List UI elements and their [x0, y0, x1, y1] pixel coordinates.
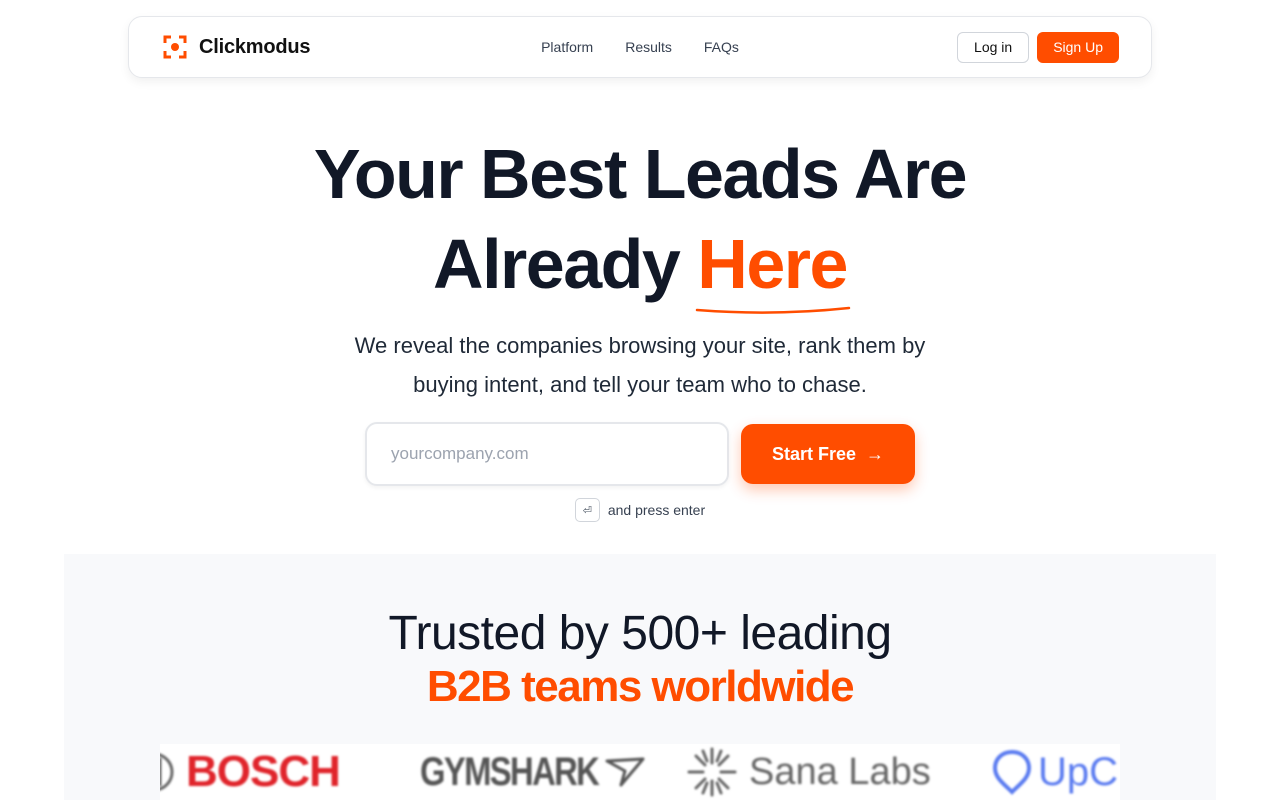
enter-hint: ⏎ and press enter	[0, 498, 1280, 522]
start-free-label: Start Free	[771, 443, 857, 464]
login-button[interactable]: Log in	[957, 31, 1030, 63]
brand-logo-icon	[163, 35, 187, 59]
trusted-heading-line1: Trusted by 500+ leading	[388, 607, 892, 660]
logo-bosch-text: BOSCH	[186, 747, 341, 796]
brand-name: Clickmodus	[199, 35, 311, 58]
brand[interactable]: Clickmodus	[163, 35, 311, 59]
enter-key-icon: ⏎	[574, 498, 600, 522]
logo-gymshark: GYMSHARK	[420, 744, 645, 800]
trusted-heading-line2: B2B teams worldwide	[426, 662, 855, 711]
hero-subtitle-line1: We reveal the companies browsing your si…	[354, 333, 926, 358]
nav-actions: Log in Sign Up	[957, 31, 1119, 63]
logo-strip: BOSCH GYMSHARK Sana Labs UpC	[160, 744, 1120, 800]
start-free-button[interactable]: Start Free →	[741, 424, 915, 484]
logo-bosch: BOSCH	[160, 744, 341, 800]
logo-sana-labs-text: Sana Labs	[749, 750, 931, 793]
hero-subtitle: We reveal the companies browsing your si…	[0, 326, 1280, 404]
company-domain-input[interactable]	[365, 422, 729, 486]
gymshark-fin-icon	[605, 757, 645, 787]
logo-upc: UpC	[992, 744, 1118, 800]
signup-form: Start Free →	[365, 422, 915, 486]
hero-title-line2: Already Here	[0, 224, 1280, 314]
hero-title-accent-text: Here	[697, 225, 848, 303]
signup-button[interactable]: Sign Up	[1037, 31, 1119, 63]
nav-link-faqs[interactable]: FAQs	[704, 39, 739, 55]
logo-sana-labs: Sana Labs	[685, 744, 931, 800]
accent-underline-icon	[696, 306, 851, 314]
arrow-right-icon: →	[866, 443, 885, 464]
sana-labs-icon	[687, 747, 737, 797]
hero-title-accent: Here	[696, 224, 851, 314]
logo-gymshark-text: GYMSHARK	[420, 749, 600, 794]
upc-chat-bubble-icon	[992, 749, 1032, 795]
nav-link-platform[interactable]: Platform	[541, 39, 593, 55]
enter-hint-text: and press enter	[607, 502, 706, 518]
bosch-armature-icon	[160, 753, 174, 791]
hero-subtitle-line2: buying intent, and tell your team who to…	[413, 372, 867, 397]
hero-title-prefix: Already	[433, 225, 698, 303]
hero-title-line1: Your Best Leads Are	[313, 135, 968, 213]
nav-link-results[interactable]: Results	[625, 39, 672, 55]
top-navbar: Clickmodus Platform Results FAQs Log in …	[128, 16, 1152, 78]
logo-upc-text: UpC	[1038, 749, 1119, 794]
